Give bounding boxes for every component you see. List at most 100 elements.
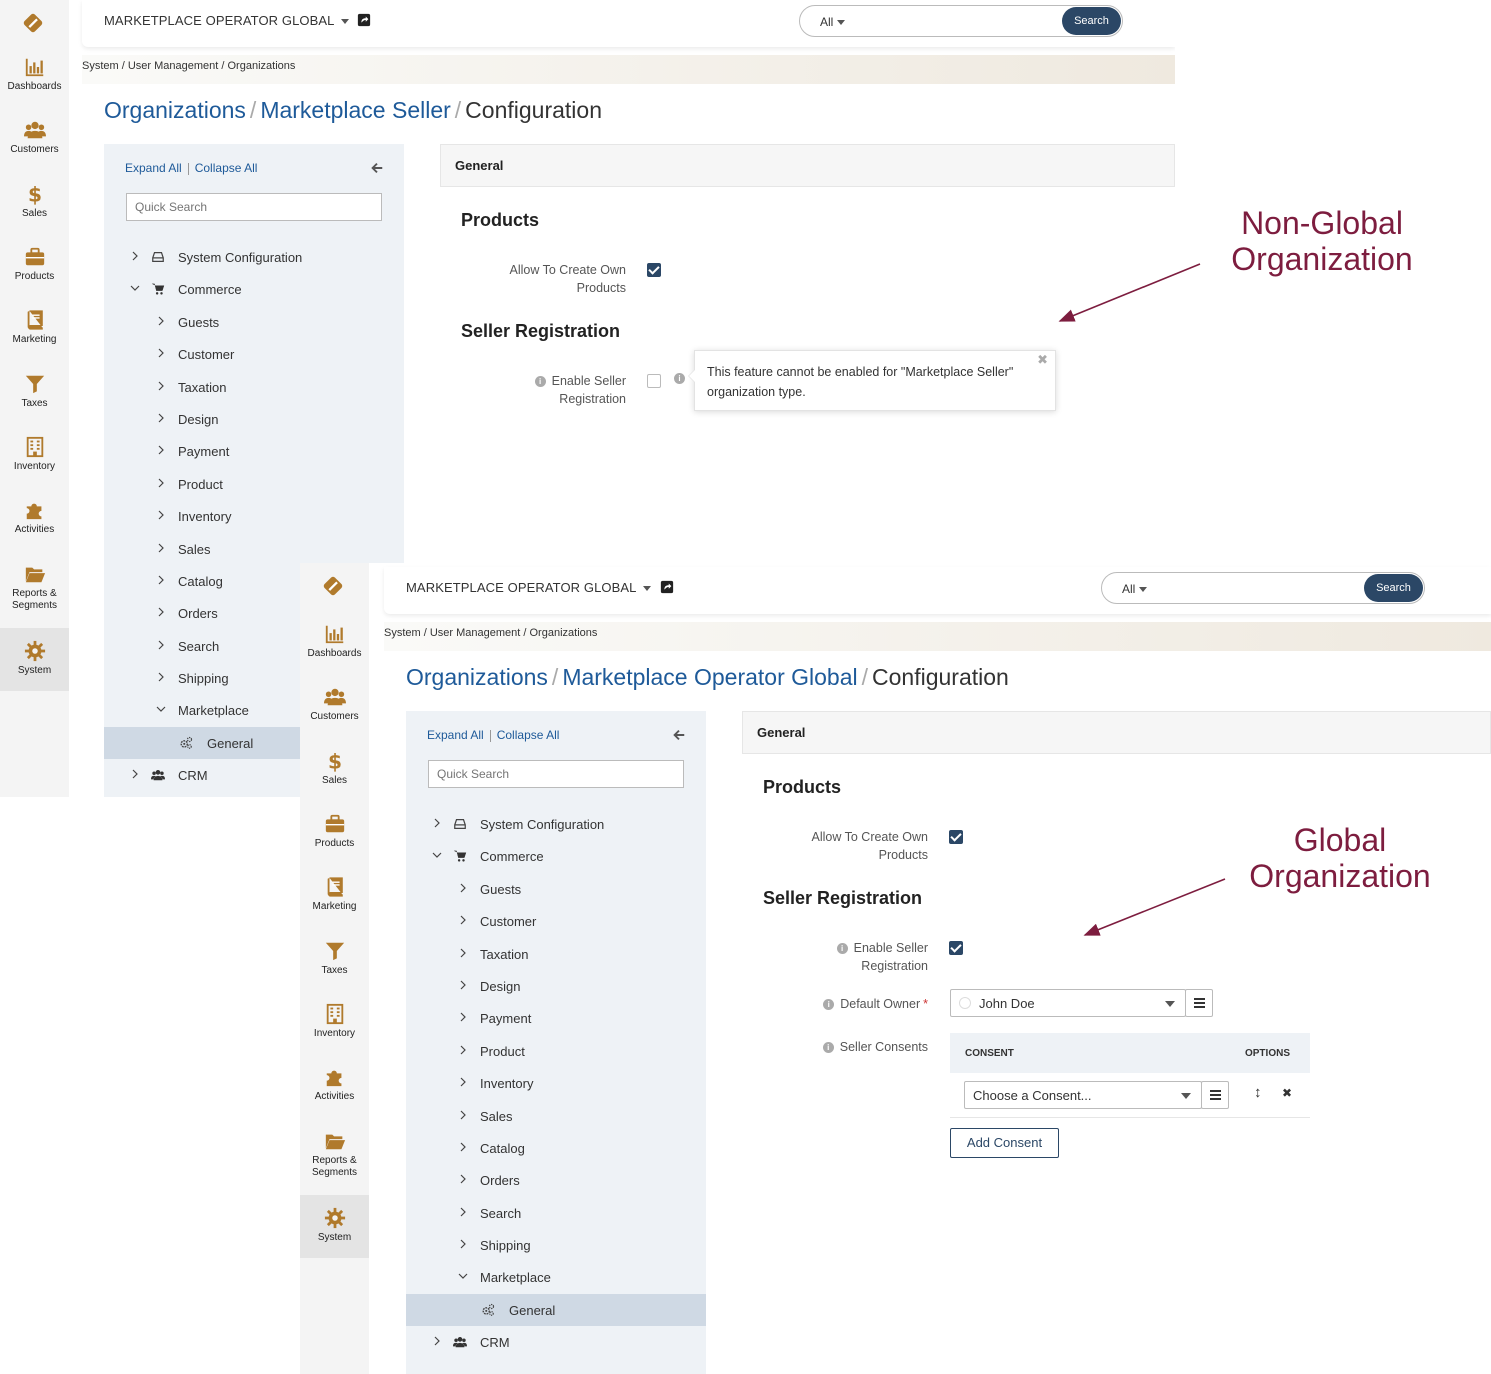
tree-item[interactable]: Taxation — [104, 371, 404, 403]
info-icon[interactable]: i — [674, 373, 685, 384]
tree-item[interactable]: Orders — [406, 1164, 706, 1196]
menu-reports-segments[interactable]: Reports & Segments — [300, 1130, 369, 1192]
chevron-right-icon[interactable] — [156, 543, 166, 553]
chevron-right-icon[interactable] — [130, 251, 140, 261]
menu-taxes[interactable]: Taxes — [0, 373, 69, 435]
allow-create-products-checkbox[interactable] — [949, 830, 963, 844]
menu-taxes[interactable]: Taxes — [300, 940, 369, 1002]
quick-search-input[interactable] — [428, 760, 684, 788]
menu-reports-segments[interactable]: Reports & Segments — [0, 563, 69, 625]
tree-item[interactable]: Guests — [406, 873, 706, 905]
drag-handle-icon[interactable]: ↕ — [1254, 1084, 1262, 1101]
arrow-left-icon[interactable] — [370, 161, 384, 175]
chevron-right-icon[interactable] — [458, 1174, 468, 1184]
organization-switcher[interactable]: MARKETPLACE OPERATOR GLOBAL — [104, 13, 349, 28]
tree-item[interactable]: Marketplace — [406, 1261, 706, 1293]
chevron-right-icon[interactable] — [458, 1110, 468, 1120]
title-link-organization[interactable]: Marketplace Seller — [260, 97, 450, 123]
consent-select[interactable]: Choose a Consent... — [964, 1081, 1202, 1109]
logo-icon[interactable] — [322, 575, 344, 597]
consent-list-button[interactable] — [1201, 1081, 1229, 1109]
chevron-right-icon[interactable] — [156, 575, 166, 585]
tree-item[interactable]: Design — [104, 403, 404, 435]
title-link-organizations[interactable]: Organizations — [406, 664, 548, 690]
menu-system[interactable]: System — [0, 628, 69, 691]
chevron-right-icon[interactable] — [458, 1077, 468, 1087]
tree-item[interactable]: Commerce — [104, 273, 404, 305]
organization-switcher[interactable]: MARKETPLACE OPERATOR GLOBAL — [406, 580, 651, 595]
tree-item[interactable]: System Configuration — [104, 241, 404, 273]
menu-customers[interactable]: Customers — [0, 119, 69, 181]
tree-item[interactable]: General — [406, 1293, 706, 1327]
title-link-organizations[interactable]: Organizations — [104, 97, 246, 123]
tree-item[interactable]: System Configuration — [406, 808, 706, 840]
close-icon[interactable]: ✖ — [1037, 353, 1048, 367]
global-search[interactable]: All Search — [1101, 572, 1425, 604]
menu-dashboards[interactable]: Dashboards — [300, 623, 369, 685]
external-link-icon[interactable] — [357, 13, 371, 27]
allow-create-products-checkbox[interactable] — [647, 263, 661, 277]
menu-marketing[interactable]: Marketing — [300, 876, 369, 938]
collapse-all-link[interactable]: Collapse All — [497, 728, 560, 742]
remove-icon[interactable]: ✖ — [1282, 1086, 1292, 1100]
tree-item[interactable]: Guests — [104, 306, 404, 338]
tree-item[interactable]: Shipping — [406, 1229, 706, 1261]
menu-inventory[interactable]: Inventory — [0, 436, 69, 498]
chevron-right-icon[interactable] — [156, 478, 166, 488]
tree-item[interactable]: Taxation — [406, 938, 706, 970]
chevron-right-icon[interactable] — [156, 348, 166, 358]
menu-products[interactable]: Products — [0, 246, 69, 308]
menu-customers[interactable]: Customers — [300, 686, 369, 748]
enable-seller-registration-checkbox[interactable] — [647, 374, 661, 388]
chevron-right-icon[interactable] — [458, 1239, 468, 1249]
chevron-right-icon[interactable] — [458, 1012, 468, 1022]
chevron-down-icon[interactable] — [156, 704, 166, 714]
external-link-icon[interactable] — [660, 580, 674, 594]
search-scope-dropdown[interactable]: All — [820, 15, 846, 29]
menu-sales[interactable]: Sales — [0, 183, 69, 245]
search-button[interactable]: Search — [1364, 574, 1423, 602]
add-consent-button[interactable]: Add Consent — [950, 1128, 1059, 1158]
menu-sales[interactable]: Sales — [300, 750, 369, 812]
tree-item[interactable]: Customer — [406, 905, 706, 937]
owner-list-button[interactable] — [1185, 989, 1213, 1017]
tree-item[interactable]: Design — [406, 970, 706, 1002]
tree-item[interactable]: CRM — [406, 1326, 706, 1358]
chevron-right-icon[interactable] — [156, 445, 166, 455]
chevron-right-icon[interactable] — [156, 640, 166, 650]
info-icon[interactable]: i — [836, 943, 848, 954]
quick-search-input[interactable] — [126, 193, 382, 221]
chevron-right-icon[interactable] — [458, 1045, 468, 1055]
tree-item[interactable]: Payment — [104, 435, 404, 467]
chevron-down-icon[interactable] — [432, 850, 442, 860]
title-link-organization[interactable]: Marketplace Operator Global — [562, 664, 857, 690]
logo-icon[interactable] — [22, 12, 44, 34]
tree-item[interactable]: Product — [104, 468, 404, 500]
tree-item[interactable]: Sales — [406, 1100, 706, 1132]
menu-inventory[interactable]: Inventory — [300, 1003, 369, 1065]
tree-item[interactable]: Customer — [104, 338, 404, 370]
search-scope-dropdown[interactable]: All — [1122, 582, 1148, 596]
chevron-right-icon[interactable] — [130, 769, 140, 779]
info-icon[interactable]: i — [534, 376, 546, 387]
chevron-right-icon[interactable] — [156, 413, 166, 423]
chevron-right-icon[interactable] — [432, 818, 442, 828]
info-icon[interactable]: i — [822, 1042, 834, 1053]
chevron-right-icon[interactable] — [458, 1142, 468, 1152]
chevron-right-icon[interactable] — [156, 381, 166, 391]
chevron-right-icon[interactable] — [156, 510, 166, 520]
tree-item[interactable]: Inventory — [406, 1067, 706, 1099]
menu-activities[interactable]: Activities — [0, 499, 69, 561]
tree-item[interactable]: Product — [406, 1035, 706, 1067]
menu-activities[interactable]: Activities — [300, 1066, 369, 1128]
tree-item[interactable]: Commerce — [406, 840, 706, 872]
tree-item[interactable]: Catalog — [406, 1132, 706, 1164]
menu-system[interactable]: System — [300, 1195, 369, 1258]
menu-products[interactable]: Products — [300, 813, 369, 875]
chevron-down-icon[interactable] — [458, 1271, 468, 1281]
search-button[interactable]: Search — [1062, 7, 1121, 35]
default-owner-select[interactable]: John Doe — [950, 989, 1186, 1017]
menu-dashboards[interactable]: Dashboards — [0, 56, 69, 118]
info-icon[interactable]: i — [823, 999, 835, 1010]
chevron-down-icon[interactable] — [130, 283, 140, 293]
